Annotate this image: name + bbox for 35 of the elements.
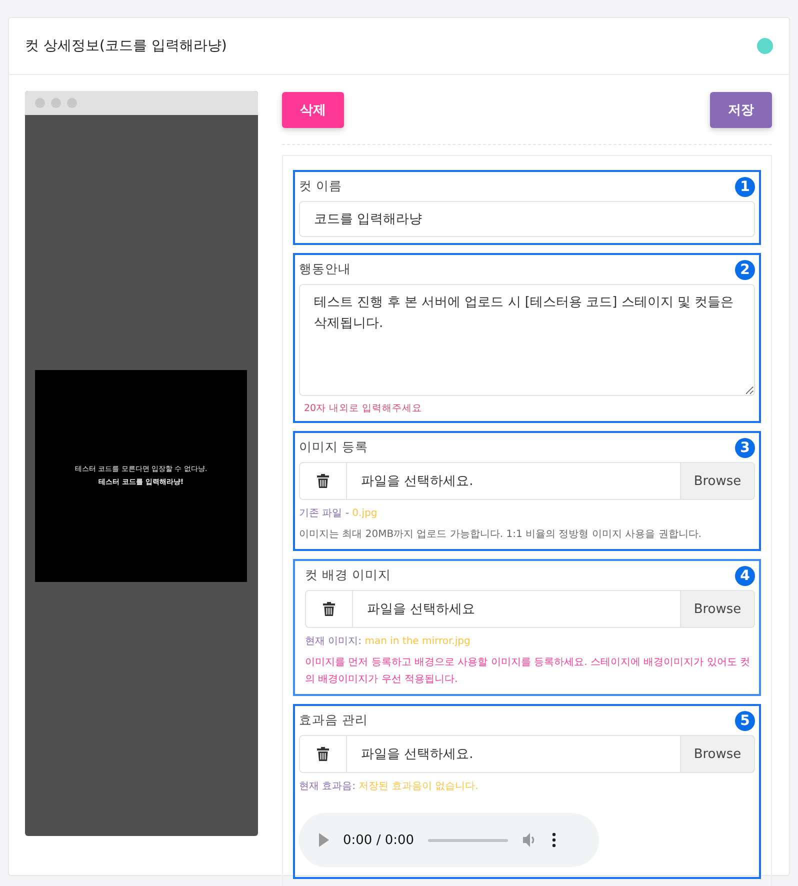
browse-button[interactable]: Browse (680, 735, 755, 773)
more-icon[interactable] (552, 832, 556, 848)
field-label: 이미지 등록 (299, 439, 368, 456)
current-file-text: 현재 효과음: 저장된 효과음이 없습니다. (299, 780, 480, 793)
file-input[interactable]: 파일을 선택하세요 (353, 590, 680, 628)
progress-track[interactable] (428, 838, 508, 842)
save-button[interactable]: 저장 (710, 92, 772, 128)
number-badge: 1 (735, 177, 755, 197)
play-icon[interactable] (319, 833, 329, 847)
file-input[interactable]: 파일을 선택하세요. (347, 462, 680, 500)
help-text: 이미지는 최대 20MB까지 업로드 가능합니다. 1:1 비율의 정방형 이미지 사용을 권합니다. (299, 528, 702, 542)
number-badge: 2 (735, 260, 755, 280)
number-badge: 4 (735, 566, 755, 586)
field-label: 컷 배경 이미지 (305, 567, 391, 584)
browse-button[interactable]: Browse (680, 462, 755, 500)
window-dot-icon (35, 98, 45, 108)
file-input[interactable]: 파일을 선택하세요. (347, 735, 680, 773)
field-label: 컷 이름 (299, 178, 342, 195)
browse-button[interactable]: Browse (680, 590, 755, 628)
hint-text: 20자 내외로 입력해주세요 (303, 402, 424, 415)
help-text: 이미지를 먼저 등록하고 배경으로 사용할 이미지를 등록하세요. 스테이지에 배경이미지가 있어도 컷의 배경이미지가 우선 적용됩니다. (305, 656, 751, 687)
current-file-text: 현재 이미지: man in the mirror.jpg (305, 635, 472, 648)
number-badge: 3 (735, 438, 755, 458)
audio-player[interactable]: 0:00 / 0:00 (299, 813, 599, 867)
status-dot-icon (757, 38, 773, 54)
page-title: 컷 상세정보(코드를 입력해라냥) (25, 37, 227, 55)
input-field[interactable]: 코드를 입력해라냥 (299, 201, 755, 237)
number-badge: 5 (735, 711, 755, 731)
text-area[interactable]: 테스트 진행 후 본 서버에 업로드 시 [테스터용 코드] 스테이지 및 컷들은 삭제됩니다. (299, 284, 755, 396)
time-display: 0:00 / 0:00 (343, 832, 414, 848)
window-dot-icon (67, 98, 77, 108)
window-dot-icon (51, 98, 61, 108)
field-label: 행동안내 (299, 261, 351, 278)
field-label: 효과음 관리 (299, 712, 368, 729)
current-file-text: 기존 파일 - 0.jpg (299, 507, 378, 520)
